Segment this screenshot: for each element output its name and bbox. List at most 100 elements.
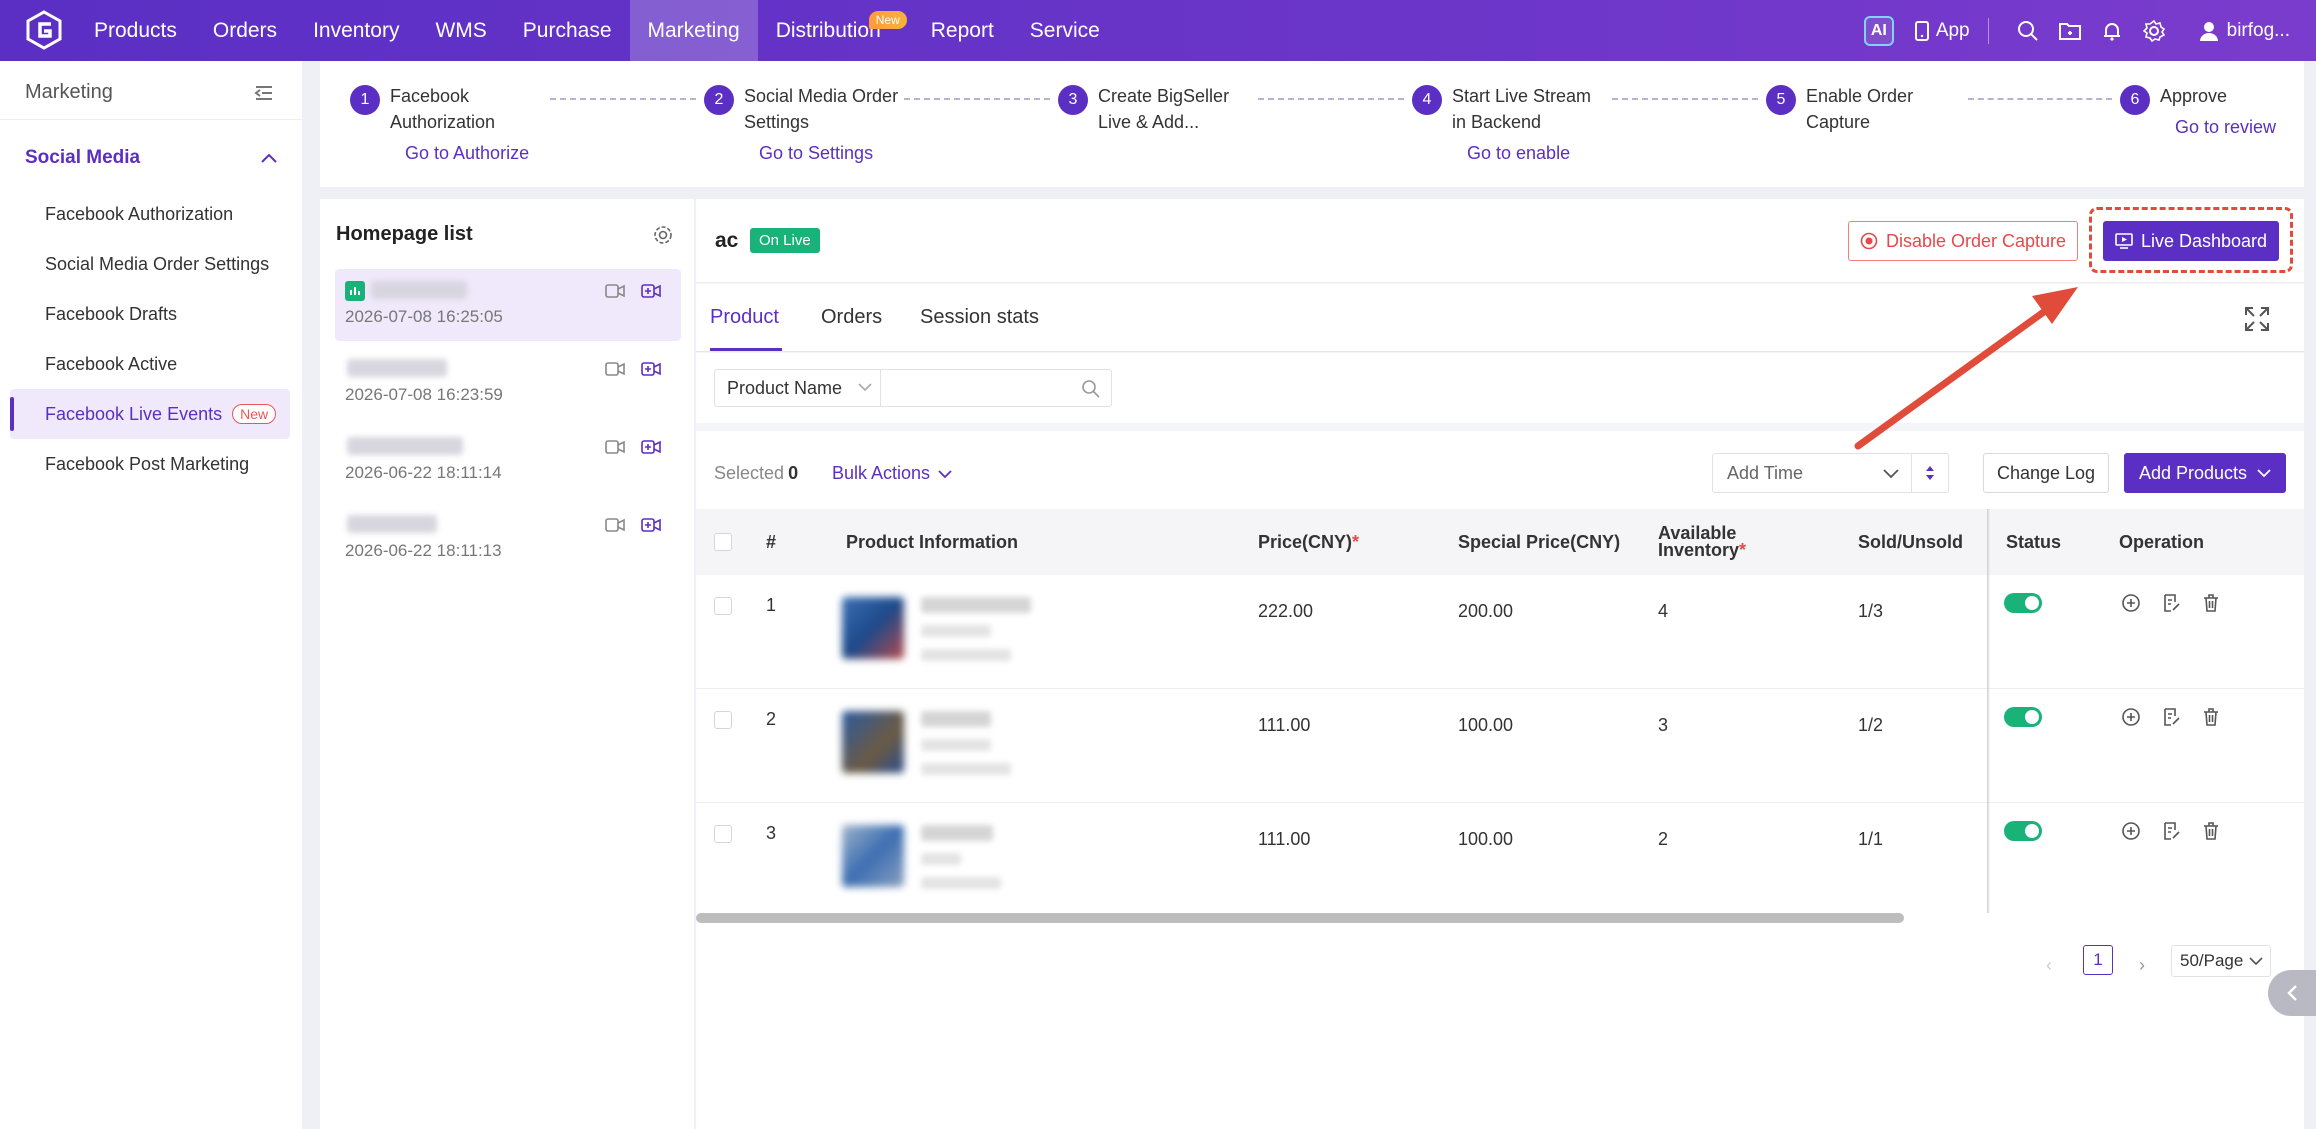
- go-to-authorize-link[interactable]: Go to Authorize: [405, 143, 529, 164]
- next-page-button[interactable]: ›: [2139, 955, 2145, 976]
- sidebar-item-facebook-active[interactable]: Facebook Active: [10, 339, 290, 389]
- disable-order-capture-button[interactable]: Disable Order Capture: [1848, 221, 2078, 261]
- status-badge: On Live: [750, 228, 820, 253]
- sidebar-item-social-media-order-settings[interactable]: Social Media Order Settings: [10, 239, 290, 289]
- go-to-settings-link[interactable]: Go to Settings: [759, 143, 873, 164]
- checkbox[interactable]: [714, 711, 732, 729]
- product-thumbnail[interactable]: [842, 597, 904, 659]
- sidebar-item-facebook-post-marketing[interactable]: Facebook Post Marketing: [10, 439, 290, 489]
- search-icon[interactable]: [1081, 379, 1101, 399]
- product-thumbnail[interactable]: [842, 825, 904, 887]
- select-all-checkbox[interactable]: [714, 509, 732, 575]
- homepage-item[interactable]: 2026-07-08 16:25:05: [335, 269, 681, 341]
- tab-orders[interactable]: Orders: [821, 306, 882, 329]
- bell-icon[interactable]: [2099, 18, 2125, 44]
- nav-report[interactable]: Report: [913, 0, 1012, 61]
- tab-session-stats[interactable]: Session stats: [920, 306, 1039, 329]
- add-circle-icon[interactable]: [2121, 821, 2141, 841]
- checkbox[interactable]: [714, 597, 732, 615]
- video-icon[interactable]: [605, 439, 625, 455]
- product-thumbnail[interactable]: [842, 711, 904, 773]
- collapse-sidebar-icon[interactable]: [254, 83, 274, 103]
- checkbox[interactable]: [714, 533, 732, 551]
- homepage-item[interactable]: 2026-06-22 18:11:14: [335, 425, 681, 497]
- checkbox[interactable]: [714, 825, 732, 843]
- column-header-status: Status: [2006, 531, 2062, 552]
- nav-wms[interactable]: WMS: [417, 0, 504, 61]
- add-video-icon[interactable]: [641, 439, 661, 455]
- user-icon: [2199, 21, 2218, 41]
- edit-icon[interactable]: [2161, 593, 2181, 613]
- nav-distribution[interactable]: Distribution New: [758, 0, 907, 61]
- page-size-select[interactable]: 50/Page: [2171, 945, 2271, 977]
- change-log-button[interactable]: Change Log: [1983, 453, 2109, 493]
- homepage-item[interactable]: 2026-06-22 18:11:13: [335, 503, 681, 575]
- status-toggle[interactable]: [2004, 821, 2042, 841]
- user-menu[interactable]: birfog...: [2199, 20, 2290, 42]
- step-number: 3: [1058, 85, 1088, 115]
- ai-button[interactable]: AI: [1863, 15, 1894, 46]
- page-number-current[interactable]: 1: [2083, 945, 2113, 975]
- horizontal-scrollbar[interactable]: [696, 913, 2304, 923]
- search-input[interactable]: [880, 369, 1112, 407]
- add-products-button[interactable]: Add Products: [2124, 453, 2286, 493]
- status-toggle[interactable]: [2004, 707, 2042, 727]
- nav-service[interactable]: Service: [1012, 0, 1118, 61]
- edit-icon[interactable]: [2161, 707, 2181, 727]
- add-video-icon[interactable]: [641, 361, 661, 377]
- homepage-item[interactable]: 2026-07-08 16:23:59: [335, 347, 681, 419]
- collapse-panel-tab[interactable]: [2268, 970, 2316, 1016]
- nav-products[interactable]: Products: [76, 0, 195, 61]
- trash-icon[interactable]: [2201, 707, 2221, 727]
- sidebar-item-facebook-live-events[interactable]: Facebook Live Events New: [10, 389, 290, 439]
- nav-orders[interactable]: Orders: [195, 0, 295, 61]
- trash-icon[interactable]: [2201, 593, 2221, 613]
- row-checkbox[interactable]: [714, 711, 732, 729]
- sidebar-item-facebook-drafts[interactable]: Facebook Drafts: [10, 289, 290, 339]
- trash-icon[interactable]: [2201, 821, 2221, 841]
- video-icon[interactable]: [605, 283, 625, 299]
- status-toggle[interactable]: [2004, 593, 2042, 613]
- sort-field-select[interactable]: Add Time: [1712, 453, 1912, 493]
- add-video-icon[interactable]: [641, 283, 661, 299]
- nav-purchase[interactable]: Purchase: [505, 0, 630, 61]
- add-video-icon[interactable]: [641, 517, 661, 533]
- sort-direction-toggle[interactable]: [1911, 453, 1949, 493]
- annotation-highlight-box: [2089, 207, 2293, 273]
- fixed-column-divider: [1987, 509, 1990, 913]
- settings-icon[interactable]: [653, 225, 673, 245]
- app-button[interactable]: App: [1914, 20, 1970, 42]
- fullscreen-icon[interactable]: [2244, 306, 2270, 332]
- search-field-select[interactable]: Product Name: [714, 369, 882, 407]
- edit-icon[interactable]: [2161, 821, 2181, 841]
- tab-product[interactable]: Product: [710, 306, 779, 329]
- disable-order-capture-label: Disable Order Capture: [1885, 230, 2067, 251]
- video-icon[interactable]: [605, 361, 625, 377]
- bulk-actions-dropdown[interactable]: Bulk Actions: [832, 463, 952, 484]
- gear-icon[interactable]: [2141, 18, 2167, 44]
- folder-icon[interactable]: [2057, 18, 2083, 44]
- go-to-enable-link[interactable]: Go to enable: [1467, 143, 1570, 164]
- row-checkbox[interactable]: [714, 825, 732, 843]
- add-circle-icon[interactable]: [2121, 707, 2141, 727]
- sidebar-item-facebook-authorization[interactable]: Facebook Authorization: [10, 189, 290, 239]
- homepage-item-actions: [605, 517, 661, 533]
- bigseller-logo[interactable]: [24, 10, 64, 50]
- go-to-review-link[interactable]: Go to review: [2175, 117, 2276, 138]
- scrollbar-thumb[interactable]: [696, 913, 1904, 923]
- row-checkbox[interactable]: [714, 597, 732, 615]
- video-icon[interactable]: [605, 517, 625, 533]
- menu-group-social-media[interactable]: Social Media: [25, 147, 277, 169]
- homepage-item-actions: [605, 283, 661, 299]
- nav-marketing[interactable]: Marketing: [629, 0, 758, 61]
- add-circle-icon[interactable]: [2121, 593, 2141, 613]
- step-connector: [550, 98, 696, 100]
- search-icon[interactable]: [2015, 18, 2041, 44]
- price-value: 111.00: [1258, 829, 1311, 849]
- menu-group-label: Social Media: [25, 147, 141, 168]
- filter-bar: Product Name: [696, 353, 2304, 423]
- nav-inventory[interactable]: Inventory: [295, 0, 417, 61]
- nav-products-label: Products: [94, 18, 177, 42]
- prev-page-button[interactable]: ‹: [2046, 955, 2052, 976]
- add-products-label: Add Products: [2138, 462, 2248, 483]
